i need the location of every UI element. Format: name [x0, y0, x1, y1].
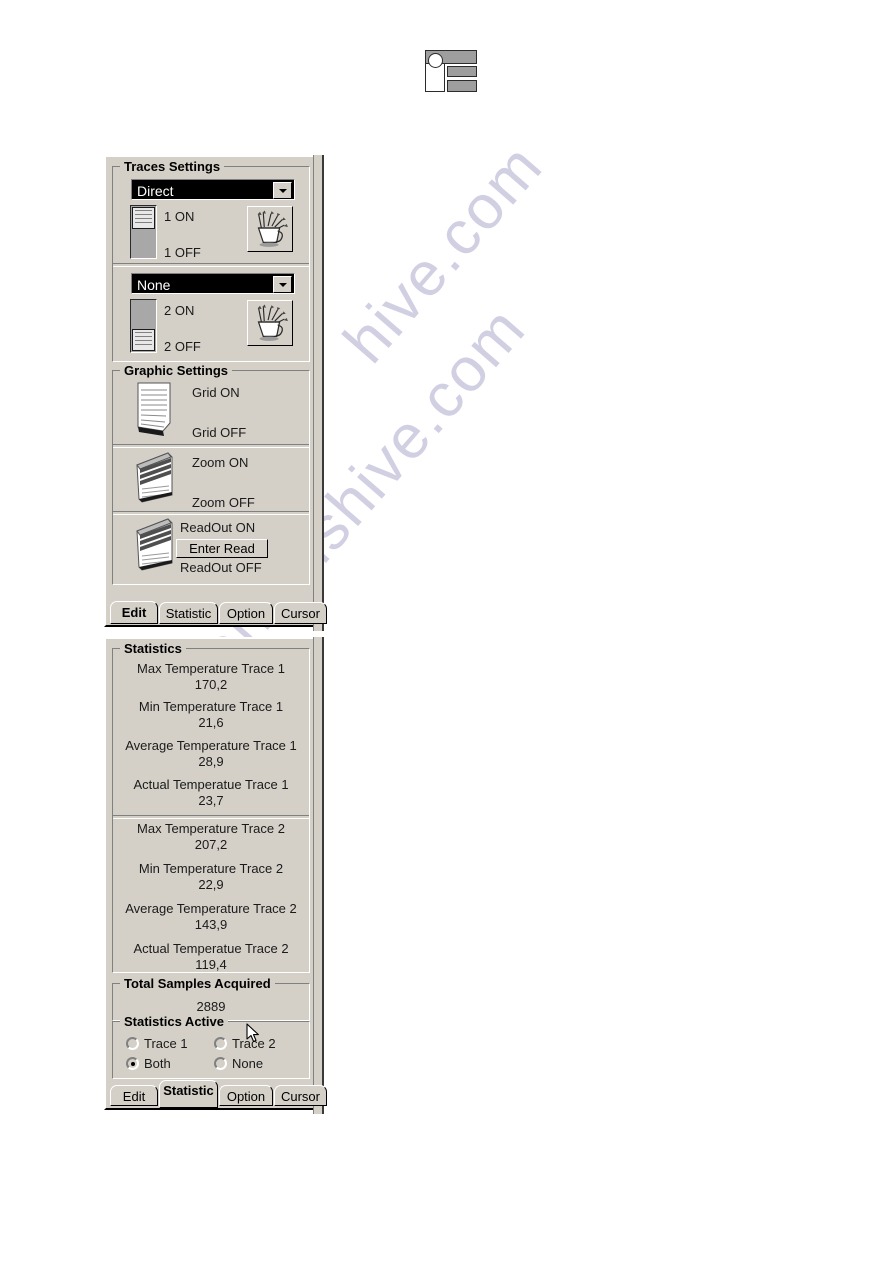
panel-right-rail [313, 155, 324, 631]
trace1-slider-thumb[interactable] [132, 207, 155, 229]
trace1-onoff-slider[interactable] [130, 205, 157, 259]
total-samples-legend: Total Samples Acquired [120, 977, 275, 990]
tab-statistic-label: Statistic [165, 606, 212, 621]
trace2-color-button[interactable] [247, 300, 293, 346]
tab-statistic[interactable]: Statistic [159, 1080, 218, 1108]
tab-cursor[interactable]: Cursor [274, 1085, 327, 1106]
radio-none[interactable] [214, 1057, 227, 1070]
zoom-on-label: Zoom ON [192, 455, 249, 470]
tab-option-label: Option [226, 606, 266, 621]
logo-circle-icon [428, 53, 443, 68]
tab-option-label: Option [226, 1089, 266, 1104]
stat-value: 170,2 [194, 677, 228, 692]
logo-middle-bar [447, 66, 477, 77]
trace2-combo-dropdown-button[interactable] [273, 276, 292, 293]
graphic-settings-legend: Graphic Settings [120, 364, 233, 377]
stat-label: Average Temperature Trace 1 [125, 738, 297, 753]
stat-label: Actual Temperatue Trace 2 [133, 941, 289, 956]
tab-edit-label: Edit [122, 1089, 146, 1104]
logo-left-block [425, 50, 445, 92]
trace1-color-button[interactable] [247, 206, 293, 252]
tab-edit[interactable]: Edit [110, 1085, 158, 1106]
radio-trace1-label: Trace 1 [144, 1036, 188, 1051]
radio-trace2[interactable] [214, 1037, 227, 1050]
stat-value: 21,6 [198, 715, 224, 730]
grid-lever-control[interactable] [130, 379, 180, 441]
total-samples-value: 2889 [196, 999, 226, 1014]
tab-option[interactable]: Option [219, 602, 273, 624]
page-lever-icon [137, 382, 171, 436]
tab-cursor-label: Cursor [280, 606, 320, 621]
stat-label: Max Temperature Trace 2 [137, 821, 285, 836]
grid-off-label: Grid OFF [192, 425, 247, 440]
enter-read-button[interactable]: Enter Read [176, 539, 268, 558]
stat-label: Min Temperature Trace 2 [138, 861, 284, 876]
traces-group-divider [113, 263, 309, 267]
statistic-panel: Statistics Max Temperature Trace 1 170,2… [104, 637, 327, 1114]
tab-statistic[interactable]: Statistic [159, 602, 218, 624]
stat-label: Max Temperature Trace 1 [137, 661, 285, 676]
traces-settings-legend: Traces Settings [120, 160, 225, 173]
edit-panel-tabstrip: Edit Statistic Option Cursor [110, 601, 327, 625]
trace2-source-combo[interactable]: None [131, 273, 295, 294]
stat-value: 207,2 [194, 837, 228, 852]
trace1-off-label: 1 OFF [164, 245, 201, 260]
statistics-divider [113, 815, 309, 819]
radio-trace1[interactable] [126, 1037, 139, 1050]
brush-cup-icon [248, 207, 292, 251]
page-lever-icon [136, 452, 173, 503]
statistic-panel-tabstrip: Edit Statistic Option Cursor [110, 1080, 327, 1109]
trace2-onoff-slider[interactable] [130, 299, 157, 353]
trace1-combo-dropdown-button[interactable] [273, 182, 292, 199]
stat-label: Min Temperature Trace 1 [138, 699, 284, 714]
trace1-source-combo[interactable]: Direct [131, 179, 295, 200]
stat-value: 23,7 [198, 793, 224, 808]
stat-value: 143,9 [194, 917, 228, 932]
graphic-divider-1 [113, 444, 309, 448]
stat-value: 28,9 [198, 754, 224, 769]
stat-label: Actual Temperatue Trace 1 [133, 777, 289, 792]
grid-on-label: Grid ON [192, 385, 240, 400]
readout-off-label: ReadOut OFF [180, 560, 262, 575]
edit-panel: Traces Settings Direct 1 ON 1 OFF None 2… [104, 155, 327, 631]
tab-edit[interactable]: Edit [110, 601, 158, 624]
trace1-on-label: 1 ON [164, 209, 195, 224]
trace2-slider-thumb[interactable] [132, 329, 155, 351]
stat-value: 119,4 [195, 957, 227, 972]
trace2-off-label: 2 OFF [164, 339, 201, 354]
readout-on-label: ReadOut ON [180, 520, 256, 535]
radio-both[interactable] [126, 1057, 139, 1070]
chevron-down-icon [278, 282, 287, 287]
readout-lever-control[interactable] [130, 515, 180, 579]
zoom-lever-control[interactable] [130, 449, 180, 511]
stat-label: Average Temperature Trace 2 [125, 901, 297, 916]
brush-cup-icon [248, 301, 292, 345]
tab-edit-label: Edit [121, 605, 147, 620]
company-logo [425, 50, 477, 92]
statistics-active-group [112, 1021, 310, 1079]
trace2-source-value: None [137, 277, 171, 293]
stat-value: 22,9 [198, 877, 224, 892]
statistics-legend: Statistics [120, 642, 186, 655]
tab-cursor-label: Cursor [280, 1089, 320, 1104]
statistics-active-legend: Statistics Active [120, 1015, 228, 1028]
logo-bottom-bar [447, 80, 477, 92]
page-lever-icon [136, 518, 173, 571]
tab-option[interactable]: Option [219, 1085, 273, 1106]
mouse-cursor [246, 1023, 260, 1043]
tab-statistic-label: Statistic [163, 1083, 214, 1098]
trace1-source-value: Direct [137, 183, 174, 199]
radio-both-label: Both [144, 1056, 171, 1071]
chevron-down-icon [278, 188, 287, 193]
tab-cursor[interactable]: Cursor [274, 602, 327, 624]
radio-none-label: None [232, 1056, 264, 1071]
trace2-on-label: 2 ON [164, 303, 195, 318]
zoom-off-label: Zoom OFF [192, 495, 255, 510]
panel-right-rail [313, 637, 324, 1114]
